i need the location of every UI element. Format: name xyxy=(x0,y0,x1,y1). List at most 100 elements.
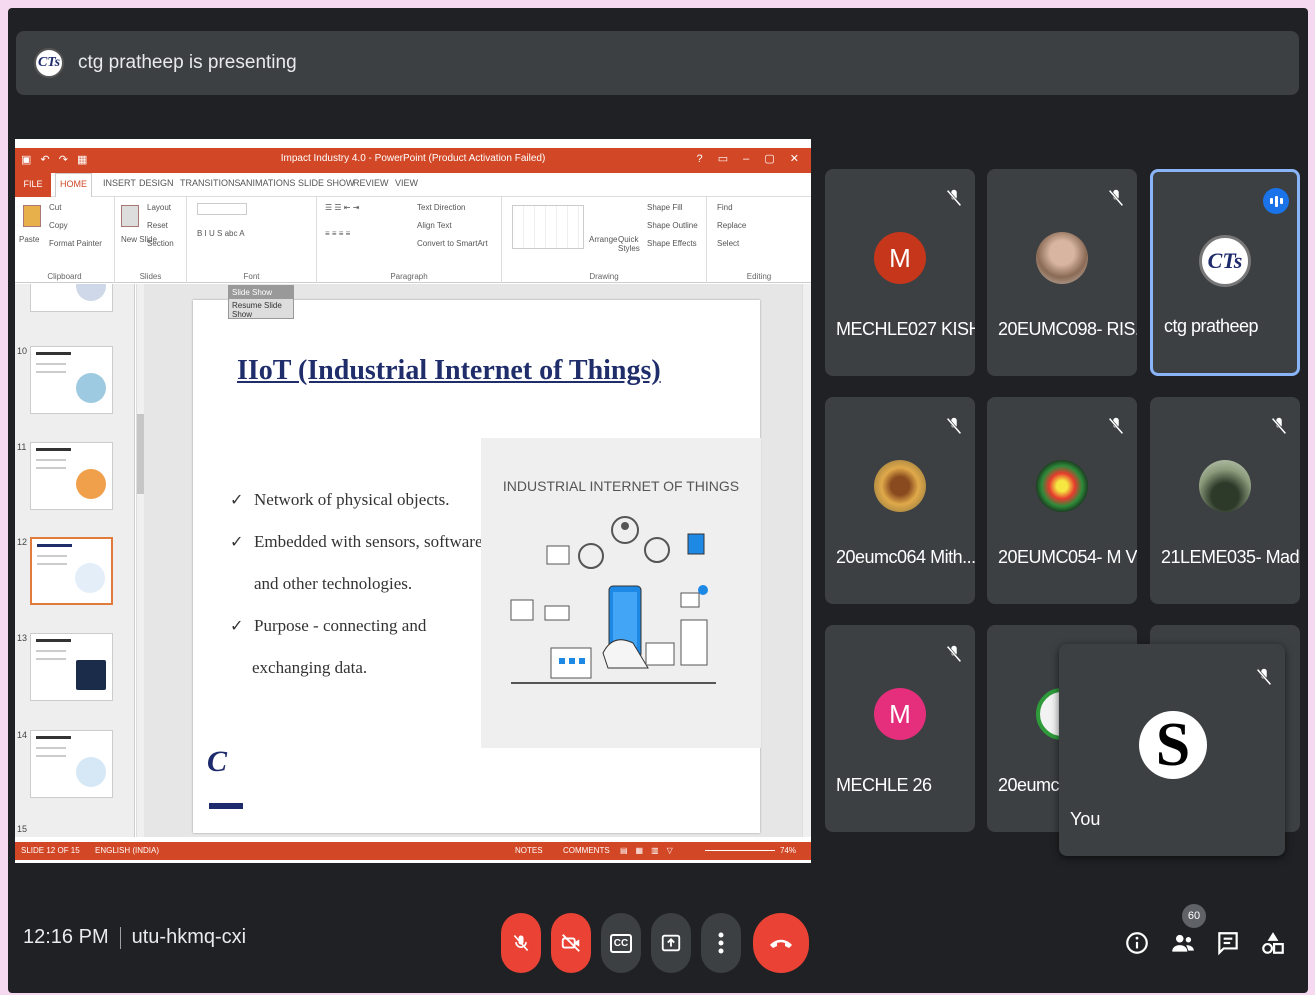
view-icons[interactable]: ▤▦▥▽ xyxy=(620,846,681,855)
zoom-level[interactable]: 74% xyxy=(780,846,796,855)
check-icon: ✓ xyxy=(230,534,244,551)
present-button[interactable] xyxy=(651,913,691,973)
avatar-logo: CTs xyxy=(1199,235,1251,287)
cut-button[interactable]: Cut xyxy=(49,203,61,212)
bullet-text: Purpose - connecting and xyxy=(254,616,427,635)
avatar: M xyxy=(874,232,926,284)
participant-tile[interactable]: 20EUMC098- RIS... xyxy=(987,169,1137,376)
group-label: Font xyxy=(243,272,260,281)
copy-button[interactable]: Copy xyxy=(49,221,68,230)
tab-review[interactable]: REVIEW xyxy=(353,178,389,188)
participant-tile[interactable]: M MECHLE027 KISH... xyxy=(825,169,975,376)
people-icon[interactable] xyxy=(1170,930,1196,956)
align-text-button[interactable]: Align Text xyxy=(417,221,452,230)
participant-tile[interactable]: 20EUMC054- M V... xyxy=(987,397,1137,604)
meeting-code[interactable]: utu-hkmq-cxi xyxy=(132,926,246,949)
bullet-text: Network of physical objects. xyxy=(254,490,450,509)
slide-thumb[interactable] xyxy=(30,346,113,414)
group-label: Paragraph xyxy=(390,272,428,281)
bullet-text: and other technologies. xyxy=(254,574,413,593)
comments-button[interactable]: COMMENTS xyxy=(563,846,610,855)
shape-effects-button[interactable]: Shape Effects xyxy=(647,239,697,248)
find-button[interactable]: Find xyxy=(717,203,733,212)
list-icons[interactable]: ☰ ☰ ⇤ ⇥ xyxy=(325,203,359,212)
mic-toggle-button[interactable] xyxy=(501,913,541,973)
participant-count-badge: 60 xyxy=(1182,904,1206,928)
powerpoint-titlebar: ▣ ↶ ↷ ▦ Impact Industry 4.0 - PowerPoint… xyxy=(15,148,811,173)
participant-tile-speaking[interactable]: CTs ctg pratheep xyxy=(1150,169,1300,376)
slide-counter: SLIDE 12 OF 15 xyxy=(21,846,80,855)
format-painter-button[interactable]: Format Painter xyxy=(49,239,102,248)
slide-scrollbar[interactable] xyxy=(802,284,811,837)
slide-thumb[interactable] xyxy=(30,284,113,312)
group-drawing: Arrange Quick Styles Shape Fill Shape Ou… xyxy=(502,197,707,283)
activities-icon[interactable] xyxy=(1260,930,1286,956)
shape-fill-button[interactable]: Shape Fill xyxy=(647,203,683,212)
slide-thumb-selected[interactable] xyxy=(30,537,113,605)
arrange-button[interactable]: Arrange xyxy=(589,235,617,244)
tab-slide-show[interactable]: SLIDE SHOW xyxy=(298,178,355,188)
language-status[interactable]: ENGLISH (INDIA) xyxy=(95,846,159,855)
mic-muted-icon xyxy=(1108,189,1124,207)
window-controls[interactable]: ? ▭ – ▢ ✕ xyxy=(697,152,805,165)
camera-toggle-button[interactable] xyxy=(551,913,591,973)
tab-file[interactable]: FILE xyxy=(15,173,51,197)
slide-thumb[interactable] xyxy=(30,730,113,798)
participant-name: 21LEME035- Mad... xyxy=(1161,547,1300,567)
mic-off-icon xyxy=(513,934,529,952)
mic-muted-icon xyxy=(1271,417,1287,435)
avatar-photo xyxy=(1036,232,1088,284)
mic-muted-icon xyxy=(1256,668,1272,686)
slide-show-mini-toolbar[interactable]: Slide Show Resume Slide Show xyxy=(228,285,294,319)
tab-home[interactable]: HOME xyxy=(55,173,92,197)
notes-button[interactable]: NOTES xyxy=(515,846,543,855)
section-button[interactable]: Section xyxy=(147,239,174,248)
self-view-tile[interactable]: S You xyxy=(1059,644,1285,856)
reset-button[interactable]: Reset xyxy=(147,221,168,230)
slide-thumbnails: 10 11 12 13 14 15 xyxy=(15,284,135,837)
participant-name: ctg pratheep xyxy=(1164,316,1259,336)
check-icon: ✓ xyxy=(230,618,244,635)
meeting-details-icon[interactable] xyxy=(1124,930,1150,956)
avatar-photo xyxy=(1199,460,1251,512)
replace-button[interactable]: Replace xyxy=(717,221,746,230)
layout-button[interactable]: Layout xyxy=(147,203,171,212)
new-slide-icon[interactable] xyxy=(121,205,139,227)
align-icons[interactable]: ≡ ≡ ≡ ≡ xyxy=(325,229,350,238)
tab-view[interactable]: VIEW xyxy=(395,178,418,188)
leave-call-button[interactable] xyxy=(753,913,809,973)
more-options-button[interactable] xyxy=(701,913,741,973)
shape-outline-button[interactable]: Shape Outline xyxy=(647,221,698,230)
slide-number: 12 xyxy=(17,537,28,547)
tab-animations[interactable]: ANIMATIONS xyxy=(240,178,295,188)
font-name-box[interactable] xyxy=(197,203,247,215)
select-button[interactable]: Select xyxy=(717,239,739,248)
speaking-indicator-icon xyxy=(1263,188,1289,214)
paste-icon[interactable] xyxy=(23,205,41,227)
captions-button[interactable]: CC xyxy=(601,913,641,973)
slide-thumb[interactable] xyxy=(30,442,113,510)
shapes-gallery[interactable] xyxy=(512,205,584,249)
bullet-text: exchanging data. xyxy=(252,658,368,677)
tab-insert[interactable]: INSERT xyxy=(103,178,136,188)
participant-tile[interactable]: M MECHLE 26 xyxy=(825,625,975,832)
resume-slide-show-button[interactable]: Resume Slide Show xyxy=(229,299,293,321)
paste-button[interactable]: Paste xyxy=(19,235,39,244)
iiot-illustration: INDUSTRIAL INTERNET OF THINGS xyxy=(481,438,761,748)
slide-thumb[interactable] xyxy=(30,633,113,701)
text-direction-button[interactable]: Text Direction xyxy=(417,203,465,212)
font-format-icons[interactable]: B I U S abc A xyxy=(197,229,245,238)
zoom-slider[interactable] xyxy=(705,850,775,851)
thumbnail-scrollbar[interactable] xyxy=(136,284,144,837)
captions-icon: CC xyxy=(609,933,633,953)
shared-screen: ▣ ↶ ↷ ▦ Impact Industry 4.0 - PowerPoint… xyxy=(15,139,811,863)
chat-icon[interactable] xyxy=(1215,930,1241,956)
tab-transitions[interactable]: TRANSITIONS xyxy=(180,178,241,188)
tab-design[interactable]: DESIGN xyxy=(139,178,174,188)
participant-tile[interactable]: 21LEME035- Mad... xyxy=(1150,397,1300,604)
quick-styles-button[interactable]: Quick Styles xyxy=(618,235,642,253)
convert-smartart-button[interactable]: Convert to SmartArt xyxy=(417,239,488,248)
window-title: Impact Industry 4.0 - PowerPoint (Produc… xyxy=(280,153,546,164)
self-avatar: S xyxy=(1139,711,1207,779)
participant-tile[interactable]: 20eumc064 Mith... xyxy=(825,397,975,604)
